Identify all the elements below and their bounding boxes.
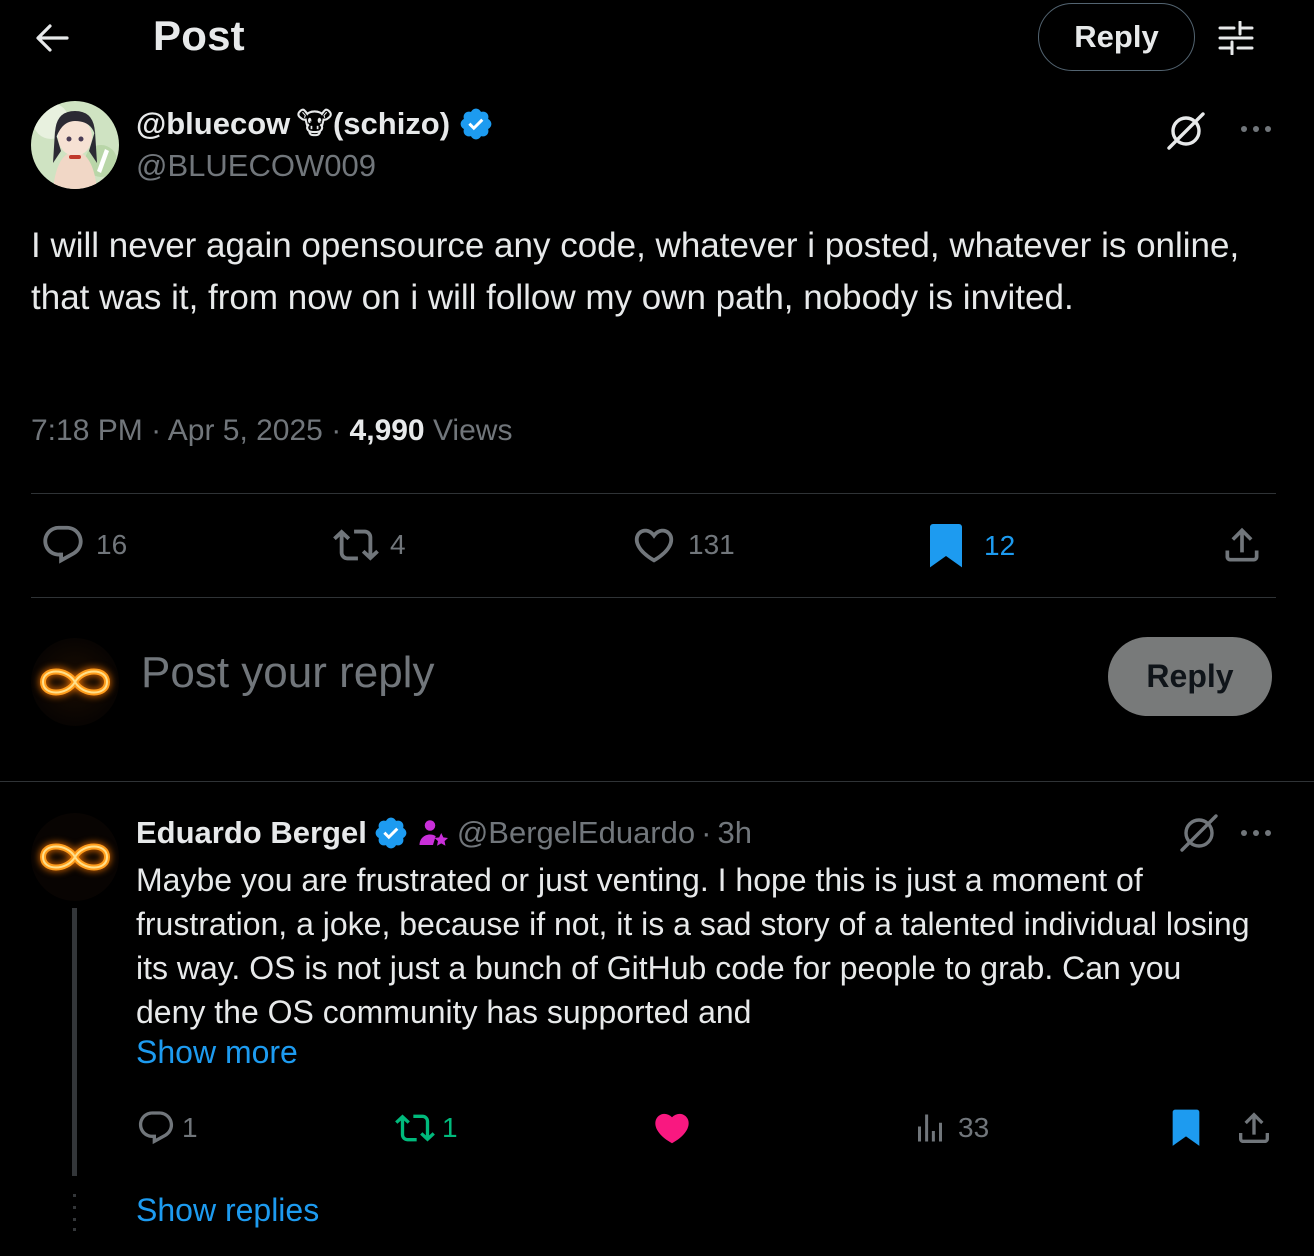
bookmark-icon (1172, 1109, 1200, 1146)
reply-text: Maybe you are frustrated or just venting… (136, 862, 1250, 1030)
reply-reply-action[interactable]: 1 (136, 1108, 198, 1148)
reply-handle[interactable]: @BergelEduardo (457, 815, 695, 851)
reply-like-action[interactable] (652, 1108, 692, 1148)
author-name[interactable]: @bluecow (136, 106, 290, 142)
reply-avatar[interactable] (31, 813, 119, 901)
repost-action[interactable]: 4 (332, 522, 406, 568)
repost-icon (395, 1114, 435, 1142)
reply-count: 16 (96, 529, 128, 560)
reply-share-action[interactable] (1234, 1108, 1274, 1148)
more-icon (1241, 126, 1271, 132)
filter-icon (1218, 21, 1254, 55)
section-divider (0, 781, 1314, 782)
header-reply-button[interactable]: Reply (1038, 3, 1195, 71)
show-replies-link[interactable]: Show replies (136, 1192, 319, 1229)
bookmark-icon (930, 524, 962, 568)
post-meta: 7:18 PM · Apr 5, 2025 · 4,990 Views (31, 414, 513, 447)
back-button[interactable] (28, 16, 76, 60)
like-count: 131 (688, 529, 735, 560)
more-icon (1241, 830, 1271, 836)
like-icon (655, 1113, 689, 1144)
back-arrow-icon (36, 24, 69, 52)
reply-action[interactable]: 16 (40, 522, 127, 568)
share-icon (1225, 527, 1259, 562)
reply-count: 1 (182, 1112, 198, 1143)
more-button[interactable] (1236, 114, 1276, 144)
divider (31, 493, 1276, 494)
grok-icon (1167, 112, 1205, 150)
share-action[interactable] (1220, 522, 1264, 568)
compose-avatar (31, 638, 119, 726)
verified-badge-icon[interactable] (458, 106, 494, 142)
avatar[interactable] (31, 101, 119, 189)
repost-count: 1 (442, 1112, 458, 1143)
cow-emoji: 🐮 (296, 106, 333, 142)
affiliate-badge-icon[interactable] (415, 815, 451, 851)
repost-count: 4 (390, 529, 406, 560)
reply-bookmark-action[interactable] (1168, 1108, 1204, 1148)
reply-separator: · (701, 815, 712, 850)
post-date[interactable]: Apr 5, 2025 (168, 414, 323, 447)
author-handle[interactable]: @BLUECOW009 (136, 148, 376, 184)
like-icon (634, 528, 674, 563)
reply-author-name[interactable]: Eduardo Bergel (136, 815, 367, 851)
compose-reply-button[interactable]: Reply (1108, 637, 1272, 716)
views-icon (918, 1114, 942, 1142)
reply-views-action[interactable]: 33 (912, 1108, 989, 1148)
author-name-row[interactable]: @bluecow 🐮 (schizo) (136, 102, 494, 146)
post-text: I will never again opensource any code, … (31, 226, 1240, 317)
show-more-link[interactable]: Show more (136, 1034, 298, 1071)
post-time[interactable]: 7:18 PM (31, 414, 143, 447)
divider (31, 597, 1276, 598)
views-count: 4,990 (349, 414, 425, 447)
grok-button[interactable] (1163, 108, 1209, 154)
author-suffix[interactable]: (schizo) (333, 106, 450, 142)
thread-dots (72, 1192, 77, 1232)
filter-button[interactable] (1212, 16, 1260, 60)
reply-input[interactable]: Post your reply (141, 648, 434, 698)
reply-repost-action[interactable]: 1 (394, 1108, 458, 1148)
reply-icon (43, 525, 83, 564)
reply-time[interactable]: 3h (717, 815, 751, 851)
bookmark-action[interactable]: 12 (926, 522, 1015, 570)
thread-line (72, 908, 77, 1176)
grok-button[interactable] (1176, 810, 1222, 856)
reply-header: Eduardo Bergel @BergelEduardo · 3h (136, 812, 752, 854)
views-count: 33 (958, 1112, 990, 1143)
bookmark-count: 12 (984, 530, 1016, 561)
grok-icon (1180, 814, 1218, 852)
like-action[interactable]: 131 (630, 522, 735, 568)
more-button[interactable] (1236, 818, 1276, 848)
reply-icon (138, 1111, 174, 1145)
views-label: Views (432, 414, 513, 447)
verified-badge-icon[interactable] (373, 815, 409, 851)
page-title: Post (153, 12, 245, 59)
share-icon (1239, 1112, 1269, 1143)
repost-icon (333, 529, 379, 561)
